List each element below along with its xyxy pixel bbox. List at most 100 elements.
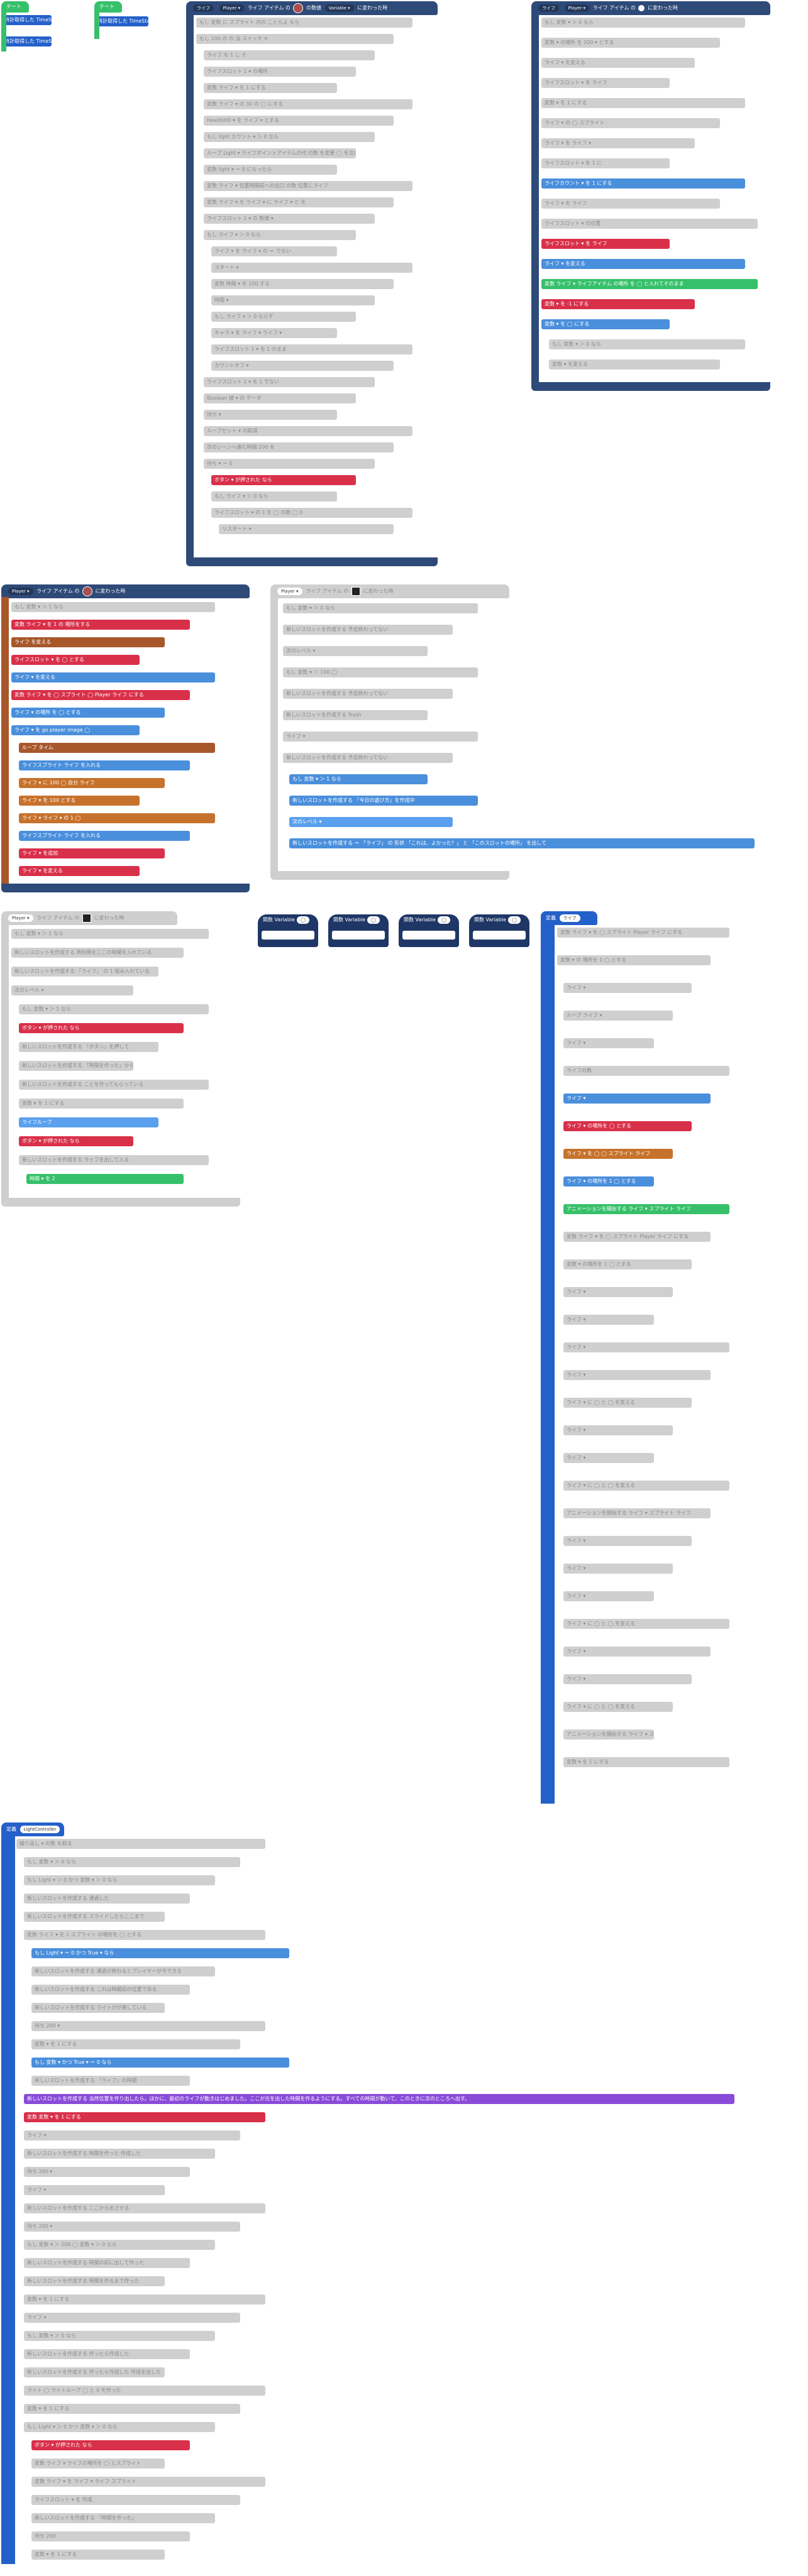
code-block-row[interactable]: ライフ ▾ — [563, 1453, 654, 1463]
variable-block-slot[interactable] — [262, 931, 314, 940]
code-block-row[interactable]: ライフ を 1 し そ — [204, 50, 375, 60]
code-block-row[interactable]: 待ち ▾ — [204, 410, 337, 420]
code-block-row[interactable]: ライフ ▾ に ◯ と ◯ を変える — [563, 1398, 692, 1408]
code-block-row[interactable]: 次のレベル ▾ — [11, 985, 133, 995]
code-block-row[interactable]: ライフスロット ▾ を ライフ — [541, 239, 670, 249]
code-block-row[interactable]: 新しいスロットを作成する 通過した — [24, 1894, 190, 1904]
code-block-row[interactable]: 変数 変数 ▾ を 1 にする — [24, 2112, 265, 2122]
code-block-row[interactable]: 変数 ▾ を 1 にする — [31, 2550, 165, 2560]
code-block-row[interactable]: ループ Light ▾ ライフポイントアイテムの代 の数 を変更 ◯ を次のレベ… — [204, 148, 356, 158]
script-block-a[interactable]: ライフ Player ▾ ライフ アイテム の の数値 Variable ▾ に… — [186, 1, 438, 567]
script-block-d[interactable]: Player ▾ ライフ アイテム の に変わった時 もし 変数 ▾ ＞ 0 な… — [270, 584, 755, 880]
code-block-row[interactable]: ボタン ▾ が押された なら — [31, 2440, 190, 2450]
code-block-row[interactable]: 新しいスロットを作成する ことを作ってもらっている — [19, 1080, 209, 1090]
code-block-row[interactable]: 新しいスロットを作成する 通過が終わるとプレイヤーが今できる — [31, 1966, 215, 1976]
code-block-row[interactable]: ライフ ▾ に ◯ と ◯ を変える — [563, 1481, 729, 1491]
code-block-row[interactable]: HealthHD ▾ を ライフ ▾ とする — [204, 116, 394, 126]
code-block-row[interactable]: 新しいスロットを作成する 作ったら作成した — [24, 2349, 190, 2359]
code-block-row[interactable]: もし 変数 ▾ ＞ 0 なら — [549, 339, 745, 349]
variable-block-pill[interactable]: ◯ — [507, 916, 521, 924]
code-block-row[interactable]: ループセット ▾ の取得 — [204, 426, 412, 436]
code-block-row[interactable]: ライフ ▾ を追加 — [19, 848, 165, 858]
code-block-row[interactable]: ライフスロット 1 ▾ の 数値 ▾ — [204, 214, 375, 224]
code-block-row[interactable]: もし 変数 ▾ ＞ 0 なら — [283, 603, 478, 613]
block-e-pill2[interactable]: Player ▾ — [8, 914, 33, 922]
block-c-pill2[interactable]: Player ▾ — [8, 587, 33, 595]
script-block-f[interactable]: 定義 ライフ 変数 ライフ ▾ を ◯ スプライト Player ライフ にする… — [541, 911, 755, 1804]
code-block-row[interactable]: ライフスロット 1 ▾ を 1 のまま — [211, 344, 412, 354]
code-block-row[interactable]: もし 変数 ▾ ＞ 0 なら — [24, 1857, 240, 1867]
code-block-row[interactable]: もし ライフ ▾ ＞ 0 なら — [211, 491, 337, 501]
code-block-row[interactable]: ライフスロット ▾ の位置 — [541, 219, 758, 229]
code-block-row[interactable]: ライフ ▾ — [283, 732, 478, 742]
code-block-row[interactable]: ライフ ▾ — [24, 2313, 240, 2323]
code-block-row[interactable]: 変数 ▾ を -1 にする — [541, 299, 695, 309]
code-block-row[interactable]: もし ライフ ▾ ＞ 0 なら — [204, 230, 356, 240]
code-block-row[interactable]: 変数 ライフ ▾ 位置時間前への出口 の数 位置にライフ — [204, 181, 412, 191]
code-block-row[interactable]: 新しいスロットを作成する スライドしたらここまで — [24, 1912, 165, 1922]
code-block-row[interactable]: もし 変数 ▾ ＞ 1 なら — [289, 774, 428, 784]
block-g-hat[interactable]: 定義 LightController — [1, 1822, 64, 1836]
code-block-row[interactable]: 変数 ライフ ▾ を ライフ ▾ ライフ スプライト — [31, 2477, 265, 2487]
code-block-row[interactable]: ライフ ▾ — [563, 1287, 673, 1297]
code-block-row[interactable]: ライフスロット ▾ の 1 を ◯ の数 ◯ 0 — [211, 508, 412, 518]
code-block-row[interactable]: 変数 ライフ ▾ ライフの場所を ◯ とスプライト — [31, 2458, 165, 2469]
block-b-hat[interactable]: ライフ Player ▾ ライフ アイテム の に変わった時 — [531, 1, 770, 15]
code-block-row[interactable]: 待ち 200 — [31, 2531, 190, 2541]
code-block-row[interactable]: 新しいスロットを作成する 「時間を作った」 — [31, 2513, 215, 2523]
code-block-row[interactable]: 新しいスロットを作成する 「時間を作った」からすぐに作成 — [19, 1061, 133, 1071]
code-block-row[interactable]: ライフループ — [19, 1117, 158, 1127]
code-block-row[interactable]: 新しいスロットを作成する 「ボタン」を押して — [19, 1042, 158, 1052]
code-block-row[interactable]: ライフ ▾ を ◯ ◯ スプライト ライフ — [563, 1149, 673, 1159]
code-block-row[interactable]: ライフ ▾ を変える — [11, 672, 215, 682]
code-block-row[interactable]: もし 変数 ▾ ＞ 1 なら — [11, 602, 215, 612]
chip-block-1[interactable]: テート 時計取得した TimeStamp ▾ 時計取得した TimeStamp … — [1, 1, 52, 52]
code-block-row[interactable]: 新しいスロットを作成する 予定終わってない — [283, 689, 453, 699]
code-block-row[interactable]: ライフスロット ▾ を 1 に — [541, 158, 670, 168]
code-block-row[interactable]: もし 変数 ▾ ＞ 100 ◯ — [283, 667, 478, 677]
code-block-row[interactable]: 新しいスロットを作成する Trash — [283, 710, 428, 720]
code-block-row[interactable]: ライフ ▾ の場所を ◯ とする — [563, 1121, 692, 1131]
code-block-row[interactable]: ライフ ▾ — [563, 1591, 654, 1601]
code-block-row[interactable]: もし 変数 ▾ ＞ 0 なら — [541, 18, 745, 28]
code-block-row[interactable]: ライフ ▾ を ライフ ▾ の ＝ でない — [211, 246, 337, 256]
script-block-c[interactable]: Player ▾ ライフ アイテム の に変わった時 もし 変数 ▾ ＞ 1 な… — [1, 584, 250, 892]
code-block-row[interactable]: 新しいスロットを作成する 当然位置を作り出したら。ほかに、最初のライフが動きはじ… — [24, 2094, 734, 2104]
code-block-row[interactable]: アニメーションを開始する ライフ ▾ スプライト ライフ — [563, 1729, 654, 1740]
code-block-row[interactable]: 変数 ▾ を 1 にする — [31, 2039, 240, 2049]
code-block-row[interactable]: 変数 ▾ の場所を 1 ◯ とする — [563, 1259, 692, 1269]
block-f-pill[interactable]: ライフ — [559, 914, 580, 922]
code-block-row[interactable]: ライフ ▾ — [24, 2130, 240, 2140]
code-block-row[interactable]: 新しいスロットを作成する 作ったら作成した 作成を出した — [24, 2367, 165, 2377]
code-block-row[interactable]: 変数 ▾ を 1 にする — [541, 98, 745, 108]
code-block-row[interactable]: 変数 ▾ を ◯ にする — [541, 319, 670, 329]
variable-block-pill[interactable]: ◯ — [367, 916, 380, 924]
code-block-row[interactable]: 変数 ▾ を 1 にする — [563, 1757, 729, 1767]
script-block-e[interactable]: Player ▾ ライフ アイテム の に変わった時 もし 変数 ▾ ＞ 1 な… — [1, 911, 240, 1207]
code-block-row[interactable]: もし 変数 ▾ かつ True ▾ ＝ 0 なら — [31, 2058, 289, 2068]
block-d-pill2[interactable]: Player ▾ — [277, 587, 302, 595]
code-block-row[interactable]: 新しいスロットを作成する ＝ 「ライフ」 の 形状 「これは、よかった？」 と … — [289, 838, 755, 848]
code-block-row[interactable]: 新しいスロットを作成する 予定終わってない — [283, 753, 453, 763]
block-f-hat[interactable]: 定義 ライフ — [541, 911, 597, 925]
code-block-row[interactable]: ループ タイム — [19, 743, 215, 753]
variable-block-slot[interactable] — [402, 931, 455, 940]
code-block-row[interactable]: 変数 ▾ の 場所を 1 ◯ とする — [557, 955, 711, 965]
block-g-pill[interactable]: LightController — [19, 1825, 60, 1833]
script-block-b[interactable]: ライフ Player ▾ ライフ アイテム の に変わった時 もし 変数 ▾ ＞… — [531, 1, 770, 391]
code-block-row[interactable]: 待ち ▾ ＝ 0 — [204, 459, 375, 469]
code-block-row[interactable]: 時間 ▾ を 2 — [26, 1174, 184, 1184]
code-block-row[interactable]: 新しいスロットを作成する 時間を作った 作成した — [24, 2149, 215, 2159]
code-block-row[interactable]: 新しいスロットを作成する ライトがが進している — [31, 2003, 165, 2013]
code-block-row[interactable]: ライフ ▾ を変える — [19, 866, 140, 876]
code-block-row[interactable]: ライフ ▾ — [563, 983, 692, 993]
block-a-pill1[interactable]: ライフ — [193, 4, 214, 12]
variable-block-pill[interactable]: ◯ — [437, 916, 450, 924]
code-block-row[interactable]: 新しいスロットを作成する これは時間前の位置である — [31, 1985, 190, 1995]
code-block-row[interactable]: ライフカウント ▾ を 1 にする — [541, 178, 745, 189]
code-block-row[interactable]: 変数 ライフ ▾ を ◯ スプライト Player ライフ にする — [557, 928, 729, 938]
code-block-row[interactable]: ライフ ▾ に ◯ と ◯ を変える — [563, 1619, 729, 1629]
script-block-g[interactable]: 定義 LightController 繰り返し ▾ の数 を取る もし 変数 ▾ … — [1, 1822, 737, 2570]
code-block-row[interactable]: 変数 ▾ を 1 にする — [24, 2404, 240, 2414]
code-block-row[interactable]: 変数 ライフ ▾ を 1 の 場所をする — [11, 620, 190, 630]
